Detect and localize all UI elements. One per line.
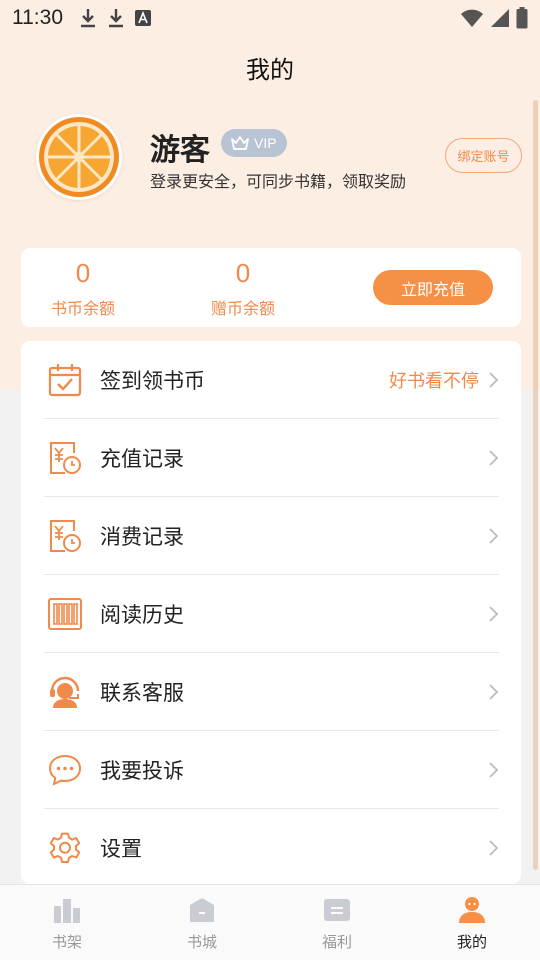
- chevron-right-icon: [489, 371, 499, 388]
- gift-balance-value: 0: [235, 258, 251, 288]
- customer-service-icon: [46, 673, 84, 711]
- page-title: 我的: [246, 56, 294, 84]
- nickname: 游客: [150, 133, 210, 168]
- download-icon: [109, 9, 123, 28]
- menu-item-complaint[interactable]: 我要投诉: [44, 731, 499, 809]
- tab-bookshelf[interactable]: 书架: [27, 895, 107, 952]
- cell-signal-icon: [491, 9, 509, 27]
- menu-item-reading-history[interactable]: 阅读历史: [44, 575, 499, 653]
- checkin-promo-text: 好书看不停: [389, 370, 479, 392]
- tab-profile[interactable]: 我的: [432, 895, 512, 952]
- bookshelf-history-icon: [46, 595, 84, 633]
- login-tip[interactable]: 登录更安全，可同步书籍，领取奖励: [150, 168, 406, 192]
- chevron-right-icon: [489, 761, 499, 778]
- bookshelf-icon: [52, 895, 82, 925]
- balance-card: 0 书币余额 0 赠币余额 立即充值: [21, 248, 521, 327]
- menu-item-label: 签到领书币: [100, 368, 205, 393]
- tab-welfare[interactable]: 福利: [297, 895, 377, 952]
- tab-label: 书城: [186, 933, 217, 951]
- tab-label: 福利: [321, 933, 352, 951]
- menu-item-label: 联系客服: [100, 680, 184, 705]
- orange-slice-icon: [39, 117, 119, 197]
- welfare-icon: [322, 895, 352, 925]
- chevron-right-icon: [489, 527, 499, 544]
- menu-item-recharge-record[interactable]: 充值记录: [44, 419, 499, 497]
- coin-balance-value: 0: [75, 258, 91, 288]
- chevron-right-icon: [489, 683, 499, 700]
- menu-item-checkin[interactable]: 签到领书币 好书看不停: [44, 341, 499, 419]
- recharge-button[interactable]: 立即充值: [373, 270, 493, 305]
- wifi-icon: [461, 9, 483, 27]
- bind-account-button[interactable]: 绑定账号: [445, 138, 522, 173]
- chevron-right-icon: [489, 449, 499, 466]
- menu-item-label: 阅读历史: [100, 602, 184, 627]
- gift-balance[interactable]: 0 赠币余额: [183, 258, 303, 319]
- chevron-right-icon: [489, 840, 499, 856]
- menu-item-label: 消费记录: [100, 524, 184, 549]
- coin-balance[interactable]: 0 书币余额: [23, 258, 143, 319]
- tab-label: 我的: [456, 933, 487, 951]
- bottom-tab-bar: 书架 书城 福利 我的: [0, 884, 540, 960]
- recharge-record-icon: [46, 439, 84, 477]
- coin-balance-label: 书币余额: [50, 299, 115, 318]
- avatar[interactable]: [36, 114, 122, 200]
- text-app-icon: [135, 10, 151, 26]
- menu-item-consume-record[interactable]: 消费记录: [44, 497, 499, 575]
- menu-item-label: 设置: [100, 837, 142, 861]
- chat-bubble-icon: [46, 751, 84, 789]
- scrollbar[interactable]: [533, 100, 538, 870]
- vip-label: VIP: [254, 135, 277, 151]
- download-icon: [81, 9, 95, 28]
- bookstore-icon: [187, 895, 217, 925]
- menu-item-label: 充值记录: [100, 446, 184, 471]
- gift-balance-label: 赠币余额: [210, 299, 275, 318]
- profile-icon: [457, 895, 487, 925]
- menu-item-label: 我要投诉: [100, 758, 184, 783]
- menu-item-customer-service[interactable]: 联系客服: [44, 653, 499, 731]
- crown-icon: [231, 136, 249, 150]
- tab-bookstore[interactable]: 书城: [162, 895, 242, 952]
- consume-record-icon: [46, 517, 84, 555]
- gear-icon: [46, 829, 84, 867]
- status-time: 11:30: [12, 6, 63, 29]
- tab-label: 书架: [51, 933, 82, 951]
- menu-item-settings[interactable]: 设置: [44, 809, 499, 887]
- vip-badge: VIP: [221, 129, 287, 157]
- battery-icon: [516, 7, 528, 29]
- calendar-check-icon: [46, 361, 84, 399]
- menu-card: 签到领书币 好书看不停 充值记录 消费记录 阅读历史 联系客服 我要投诉 设置: [21, 341, 521, 884]
- chevron-right-icon: [489, 605, 499, 622]
- status-bar: 11:30: [0, 0, 540, 36]
